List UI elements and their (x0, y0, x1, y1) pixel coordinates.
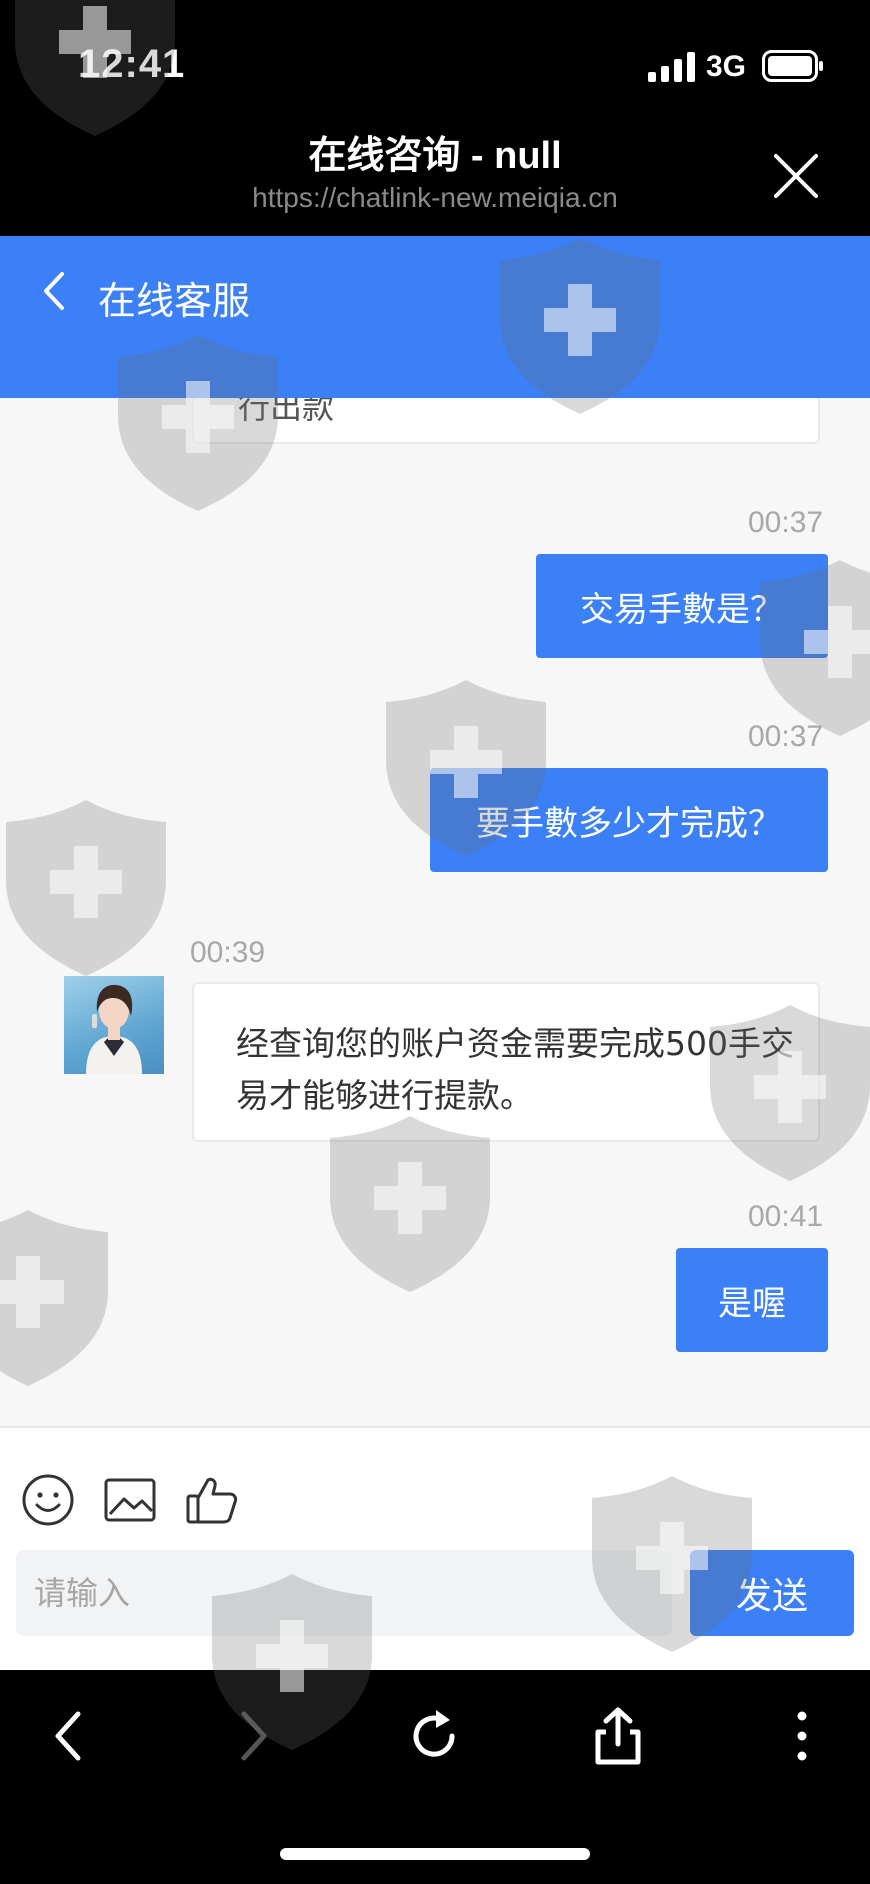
browser-url: https://chatlink-new.meiqia.cn (252, 182, 618, 213)
chevron-left-icon[interactable] (36, 268, 72, 314)
chat-messages[interactable]: 行出款 00:37 交易手數是？ 00:37 要手數多少才完成？ 00:39 经… (0, 398, 870, 1426)
share-icon[interactable] (586, 1704, 650, 1768)
emoji-icon[interactable] (20, 1472, 76, 1528)
forward-icon[interactable] (220, 1704, 284, 1768)
input-area: 发送 (0, 1426, 870, 1670)
user-message-bubble: 交易手數是？ (536, 554, 828, 658)
reload-icon[interactable] (402, 1704, 466, 1768)
user-message-bubble: 是喔 (676, 1248, 828, 1352)
more-icon[interactable] (770, 1704, 834, 1768)
signal-icon (648, 52, 695, 82)
thumbs-up-icon[interactable] (184, 1472, 240, 1528)
avatar-image (86, 984, 142, 1074)
header-title: 在线客服 (98, 279, 251, 323)
message-timestamp: 00:37 (748, 506, 824, 539)
message-input[interactable] (16, 1550, 672, 1636)
message-text: 经查询您的账户资金需要完成500手交易才能够进行提款。 (236, 1024, 794, 1115)
status-time: 12:41 (78, 42, 186, 86)
home-indicator[interactable] (280, 1848, 590, 1860)
user-message-bubble: 要手數多少才完成？ (430, 768, 828, 872)
battery-icon (762, 50, 823, 82)
browser-page-title: 在线咨询 - null (308, 135, 562, 177)
message-timestamp: 00:41 (748, 1200, 824, 1233)
message-timestamp: 00:39 (190, 936, 266, 969)
agent-avatar (64, 976, 164, 1074)
image-icon[interactable] (102, 1472, 158, 1528)
network-type: 3G (706, 50, 747, 83)
back-icon[interactable] (38, 1704, 102, 1768)
agent-message-partial: 行出款 (192, 398, 820, 444)
send-button[interactable]: 发送 (690, 1550, 854, 1636)
message-text: 行出款 (238, 398, 335, 426)
close-icon[interactable] (770, 150, 822, 202)
message-timestamp: 00:37 (748, 720, 824, 753)
agent-message-bubble: 经查询您的账户资金需要完成500手交易才能够进行提款。 (192, 982, 820, 1142)
